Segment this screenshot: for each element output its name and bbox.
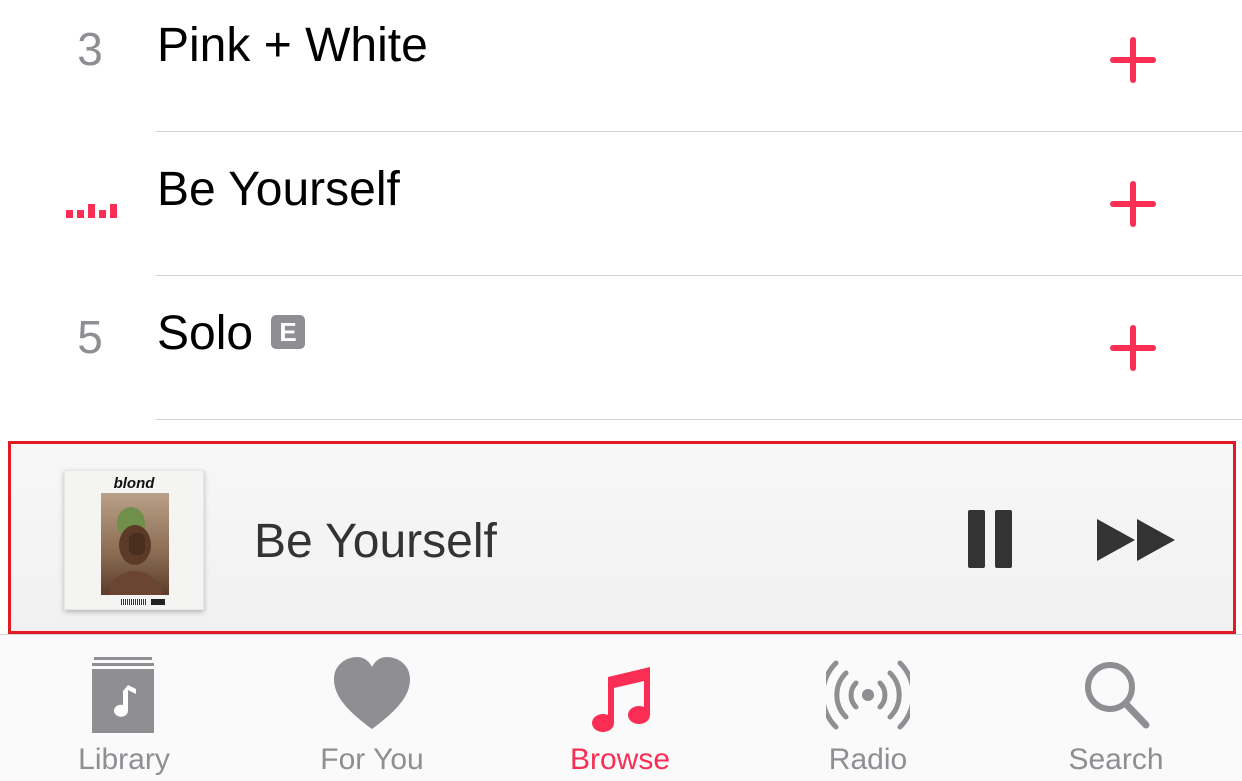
pause-icon-bar	[995, 510, 1012, 568]
search-icon	[1085, 662, 1150, 729]
tab-library[interactable]: Library	[0, 635, 248, 781]
pause-icon-bar	[968, 510, 985, 568]
track-number: 3	[77, 23, 103, 75]
track-title: Pink + White	[157, 19, 428, 72]
tab-label: Search	[1068, 743, 1164, 776]
add-track-button[interactable]	[1108, 179, 1158, 229]
parental-advisory-label	[151, 599, 165, 605]
tab-search[interactable]: Search	[992, 635, 1240, 781]
album-art-title: blond	[113, 475, 155, 492]
music-note-icon	[592, 667, 650, 733]
track-row-solo[interactable]: 5 Solo E	[0, 276, 1242, 420]
add-track-button[interactable]	[1108, 35, 1158, 85]
tab-label: Library	[78, 743, 170, 776]
track-title: Be Yourself	[157, 163, 400, 216]
pause-button[interactable]	[968, 510, 1014, 568]
now-playing-equalizer-icon	[66, 194, 117, 218]
explicit-badge: E	[271, 315, 306, 350]
tab-browse[interactable]: Browse	[496, 635, 744, 781]
album-artwork: blond	[64, 470, 204, 610]
track-title-text: Solo	[157, 307, 254, 360]
now-playing-title: Be Yourself	[254, 515, 497, 568]
radio-broadcast-icon	[826, 660, 910, 730]
album-art-barcode	[121, 599, 147, 605]
row-divider	[156, 419, 1242, 420]
tab-radio[interactable]: Radio	[744, 635, 992, 781]
library-icon	[92, 657, 154, 733]
tab-label: Radio	[828, 743, 908, 776]
track-row-be-yourself[interactable]: Be Yourself	[0, 132, 1242, 276]
fast-forward-button[interactable]	[1095, 517, 1177, 563]
tab-for-you[interactable]: For You	[248, 635, 496, 781]
tab-bar: Library For You Browse Radio Search	[0, 635, 1242, 781]
mini-player[interactable]: blond Be Yourself	[8, 441, 1236, 634]
track-title: Solo E	[157, 306, 306, 361]
tab-label: For You	[320, 743, 424, 776]
tab-label: Browse	[569, 743, 671, 776]
track-number: 5	[77, 311, 103, 363]
add-track-button[interactable]	[1108, 323, 1158, 373]
track-row-pink-white[interactable]: 3 Pink + White	[0, 0, 1242, 132]
album-art-photo	[101, 493, 169, 595]
heart-icon	[334, 657, 410, 729]
